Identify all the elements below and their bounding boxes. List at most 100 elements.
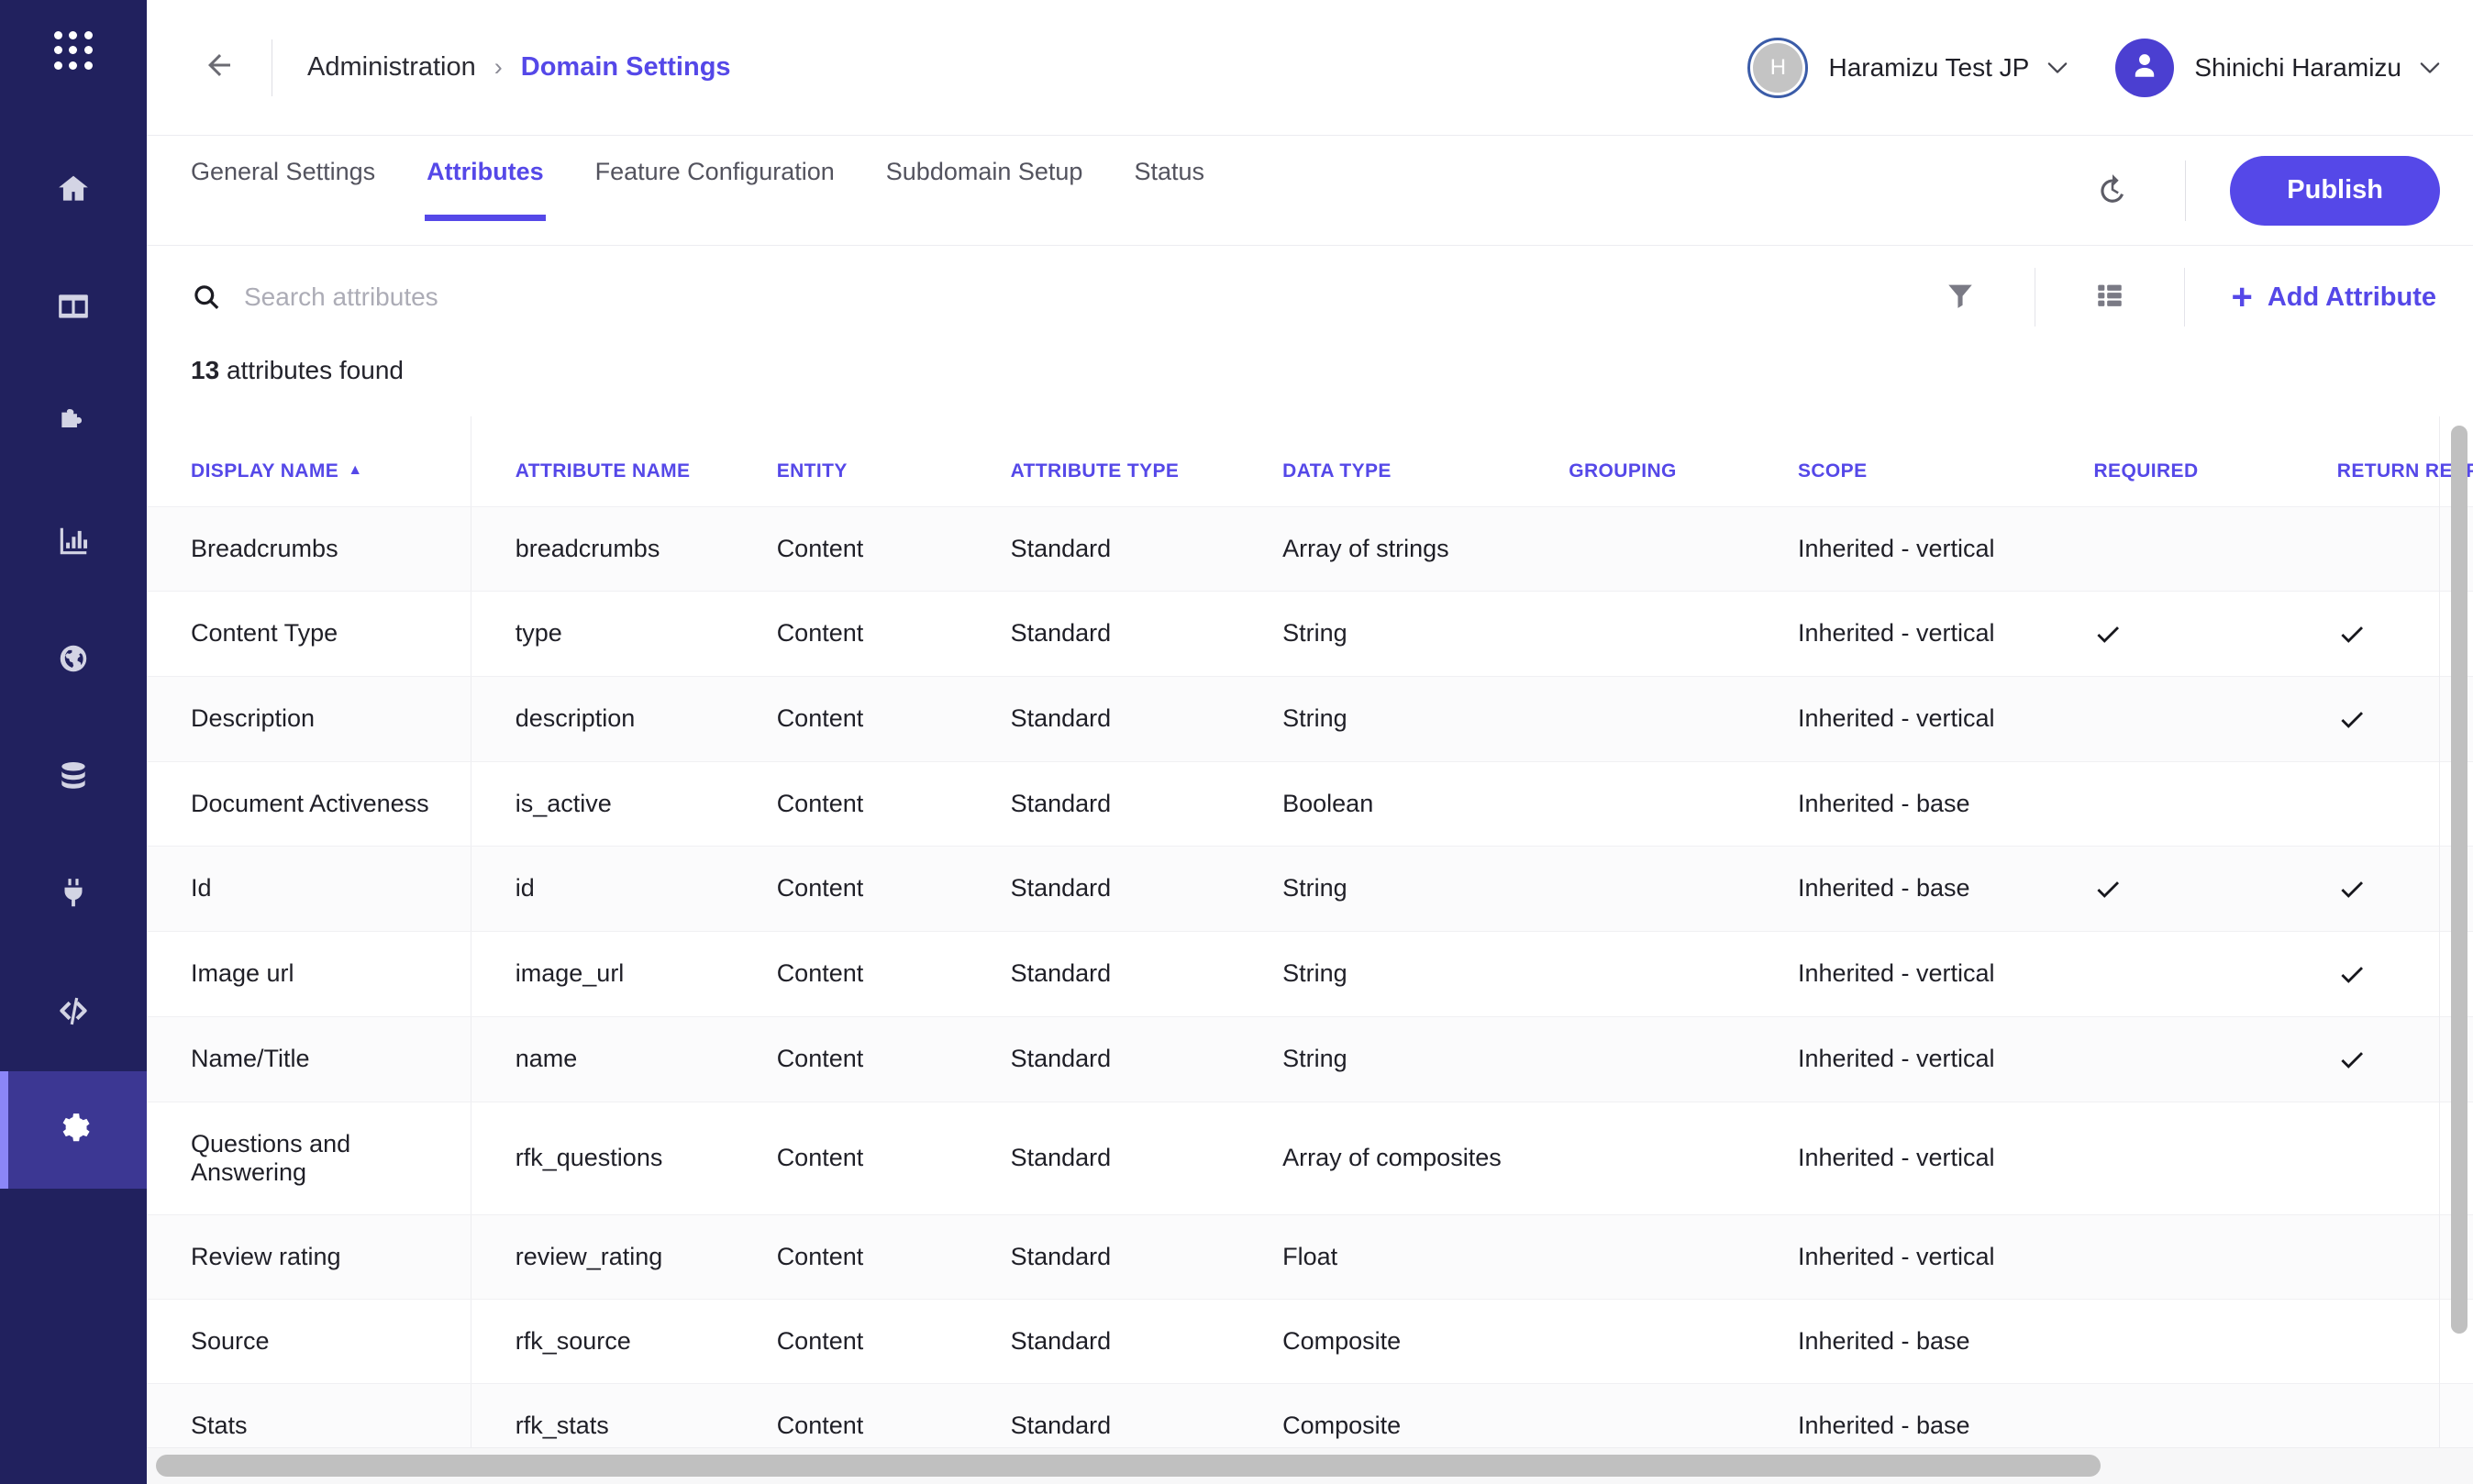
column-header-display-name[interactable]: DISPLAY NAME▲ xyxy=(147,416,471,506)
column-header-attribute-type[interactable]: ATTRIBUTE TYPE xyxy=(1011,416,1283,506)
table-row[interactable]: Name/TitlenameContentStandardStringInher… xyxy=(147,1016,2473,1102)
table-header: DISPLAY NAME▲ ATTRIBUTE NAME ENTITY ATTR… xyxy=(147,416,2473,506)
apps-grid-button[interactable] xyxy=(0,0,147,101)
back-button[interactable] xyxy=(191,39,248,96)
rail-item-home[interactable] xyxy=(0,132,147,249)
rail-item-components[interactable] xyxy=(0,367,147,484)
horizontal-scrollbar-thumb[interactable] xyxy=(156,1455,2101,1477)
vertical-scrollbar-thumb[interactable] xyxy=(2451,426,2467,1334)
puzzle-piece-icon xyxy=(56,406,91,446)
table-row[interactable]: Image urlimage_urlContentStandardStringI… xyxy=(147,931,2473,1016)
cell-attribute-type: Standard xyxy=(1011,931,1283,1016)
cell-data-type: String xyxy=(1282,1016,1569,1102)
cell-entity: Content xyxy=(777,506,1011,591)
cell-display-name: Breadcrumbs xyxy=(147,506,471,591)
cell-display-name: Content Type xyxy=(147,591,471,676)
filter-button[interactable] xyxy=(1932,269,1989,326)
rail-item-connectors[interactable] xyxy=(0,836,147,954)
rail-item-administration[interactable] xyxy=(0,1071,147,1189)
cell-display-name: Document Activeness xyxy=(147,761,471,846)
tab-status[interactable]: Status xyxy=(1134,160,1204,221)
cell-data-type: String xyxy=(1282,591,1569,676)
cell-attribute-type: Standard xyxy=(1011,506,1283,591)
primary-nav-rail xyxy=(0,0,147,1484)
search-input[interactable] xyxy=(244,282,831,312)
attributes-table: DISPLAY NAME▲ ATTRIBUTE NAME ENTITY ATTR… xyxy=(147,416,2473,1447)
cell-entity: Content xyxy=(777,1299,1011,1383)
rail-item-developer[interactable] xyxy=(0,954,147,1071)
publish-button[interactable]: Publish xyxy=(2230,156,2440,226)
tab-feature-configuration[interactable]: Feature Configuration xyxy=(595,160,835,221)
code-brackets-icon xyxy=(56,993,91,1033)
column-header-attribute-name[interactable]: ATTRIBUTE NAME xyxy=(471,416,777,506)
search-icon xyxy=(191,282,222,313)
table-row[interactable]: Sourcerfk_sourceContentStandardComposite… xyxy=(147,1299,2473,1383)
cell-grouping xyxy=(1569,1102,1798,1214)
user-name: Shinichi Haramizu xyxy=(2194,53,2401,83)
column-header-entity[interactable]: ENTITY xyxy=(777,416,1011,506)
tab-subdomain-setup[interactable]: Subdomain Setup xyxy=(886,160,1083,221)
cell-attribute-type: Standard xyxy=(1011,1102,1283,1214)
column-header-grouping[interactable]: GROUPING xyxy=(1569,416,1798,506)
cell-attribute-name: description xyxy=(471,676,777,761)
table-row[interactable]: DescriptiondescriptionContentStandardStr… xyxy=(147,676,2473,761)
rail-item-analytics[interactable] xyxy=(0,484,147,602)
search-box[interactable] xyxy=(191,282,1932,313)
tab-bar-actions: Publish xyxy=(2084,156,2440,226)
cell-entity: Content xyxy=(777,676,1011,761)
table-right-rule xyxy=(2439,416,2440,1447)
cell-data-type: String xyxy=(1282,931,1569,1016)
plug-icon xyxy=(56,876,91,915)
cell-data-type: Boolean xyxy=(1282,761,1569,846)
cell-entity: Content xyxy=(777,1016,1011,1102)
history-button[interactable] xyxy=(2084,162,2141,219)
check-icon xyxy=(2337,704,2367,734)
table-row[interactable]: IdidContentStandardStringInherited - bas… xyxy=(147,846,2473,931)
cell-attribute-name: id xyxy=(471,846,777,931)
cell-entity: Content xyxy=(777,931,1011,1016)
tab-general-settings[interactable]: General Settings xyxy=(191,160,375,221)
table-row[interactable]: Questions and Answeringrfk_questionsCont… xyxy=(147,1102,2473,1214)
cell-attribute-name: is_active xyxy=(471,761,777,846)
breadcrumb-current[interactable]: Domain Settings xyxy=(521,52,731,83)
columns-button[interactable] xyxy=(2081,269,2138,326)
horizontal-scrollbar[interactable] xyxy=(147,1447,2473,1484)
cell-grouping xyxy=(1569,846,1798,931)
tenant-switcher[interactable]: H Haramizu Test JP xyxy=(1747,38,2068,98)
cell-data-type: Float xyxy=(1282,1214,1569,1299)
column-header-data-type[interactable]: DATA TYPE xyxy=(1282,416,1569,506)
rail-item-pages[interactable] xyxy=(0,249,147,367)
cell-display-name: Questions and Answering xyxy=(147,1102,471,1214)
cell-required xyxy=(2093,506,2336,591)
table-row[interactable]: Document Activenessis_activeContentStand… xyxy=(147,761,2473,846)
rail-item-sites[interactable] xyxy=(0,602,147,719)
cell-required xyxy=(2093,676,2336,761)
rail-item-data[interactable] xyxy=(0,719,147,836)
layout-panels-icon xyxy=(56,289,91,328)
user-menu[interactable]: Shinichi Haramizu xyxy=(2115,39,2440,97)
column-header-scope[interactable]: SCOPE xyxy=(1798,416,2094,506)
chevron-down-icon xyxy=(2047,61,2068,74)
attributes-table-scroll[interactable]: DISPLAY NAME▲ ATTRIBUTE NAME ENTITY ATTR… xyxy=(147,416,2473,1447)
check-icon xyxy=(2337,619,2367,648)
cell-grouping xyxy=(1569,1383,1798,1447)
table-row[interactable]: Content TypetypeContentStandardStringInh… xyxy=(147,591,2473,676)
cell-required xyxy=(2093,761,2336,846)
bar-chart-icon xyxy=(56,524,91,563)
table-row[interactable]: BreadcrumbsbreadcrumbsContentStandardArr… xyxy=(147,506,2473,591)
table-row[interactable]: Review ratingreview_ratingContentStandar… xyxy=(147,1214,2473,1299)
cell-attribute-name: name xyxy=(471,1016,777,1102)
cell-entity: Content xyxy=(777,591,1011,676)
breadcrumb-parent[interactable]: Administration xyxy=(307,52,476,83)
cell-attribute-name: rfk_stats xyxy=(471,1383,777,1447)
cell-required xyxy=(2093,1016,2336,1102)
cell-scope: Inherited - base xyxy=(1798,761,2094,846)
globe-icon xyxy=(56,641,91,681)
vertical-scrollbar[interactable] xyxy=(2451,416,2467,1447)
add-attribute-button[interactable]: + Add Attribute xyxy=(2231,279,2436,316)
column-header-required[interactable]: REQUIRED xyxy=(2093,416,2336,506)
table-row[interactable]: Statsrfk_statsContentStandardCompositeIn… xyxy=(147,1383,2473,1447)
tab-attributes[interactable]: Attributes xyxy=(427,160,544,221)
cell-attribute-type: Standard xyxy=(1011,1214,1283,1299)
arrow-left-icon xyxy=(203,49,236,86)
